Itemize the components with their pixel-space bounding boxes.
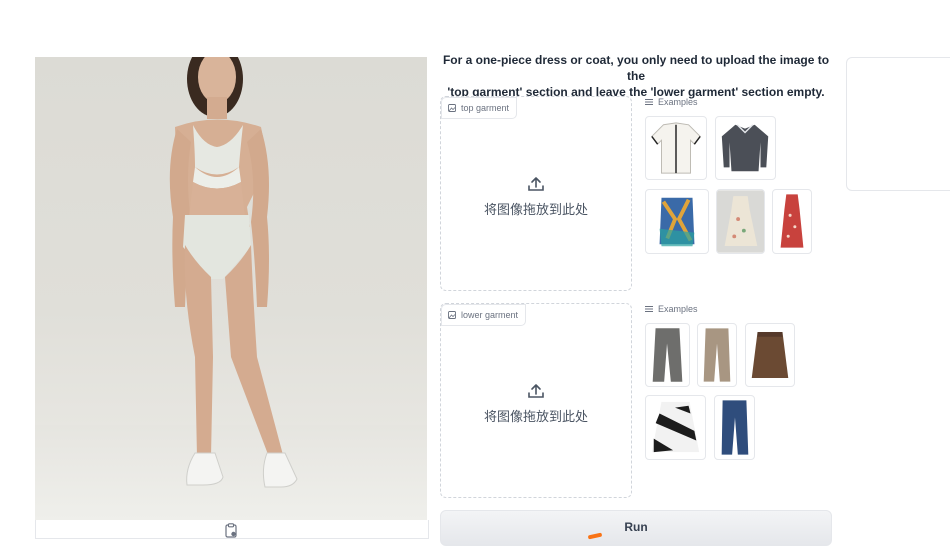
image-icon [448,104,456,112]
person-image[interactable] [35,57,427,520]
run-button[interactable]: Run [440,510,832,546]
examples-label: Examples [658,304,698,314]
example-blue-jeans[interactable] [714,395,755,460]
example-grey-trousers[interactable] [645,323,690,387]
example-white-cardigan[interactable] [645,116,707,180]
top-garment-label: top garment [441,97,518,119]
model-figure [169,57,298,488]
instruction-line-1: For a one-piece dress or coat, you only … [442,53,830,83]
lower-garment-label: lower garment [441,304,527,326]
example-red-floral-dress[interactable] [772,189,812,254]
examples-header: Examples [645,96,825,108]
top-garment-drop-text: 将图像拖放到此处 [483,202,588,217]
upload-icon [528,177,544,191]
image-icon [448,311,456,319]
examples-header: Examples [645,303,825,315]
instruction-text: For a one-piece dress or coat, you only … [440,52,832,100]
top-garment-dropzone[interactable]: top garment 将图像拖放到此处 [440,96,632,291]
top-garment-examples: Examples [645,96,825,108]
list-icon [645,99,653,105]
lower-garment-drop-text: 将图像拖放到此处 [483,409,588,424]
list-icon [645,306,653,312]
example-grey-knit-polo[interactable] [715,116,776,180]
lower-garment-label-text: lower garment [461,310,519,320]
example-leather-skirt[interactable] [745,323,795,387]
lower-garment-examples: Examples [645,303,825,315]
lower-garment-dropzone[interactable]: lower garment 将图像拖放到此处 [440,303,632,498]
example-floral-dress[interactable] [716,189,765,254]
top-garment-label-text: top garment [461,103,510,113]
examples-label: Examples [658,97,698,107]
example-patterned-vest[interactable] [645,189,709,254]
example-beige-trousers[interactable] [697,323,737,387]
output-panel [846,57,950,191]
upload-icon [528,384,544,398]
example-striped-skirt[interactable] [645,395,706,460]
clipboard-icon[interactable] [224,523,238,538]
